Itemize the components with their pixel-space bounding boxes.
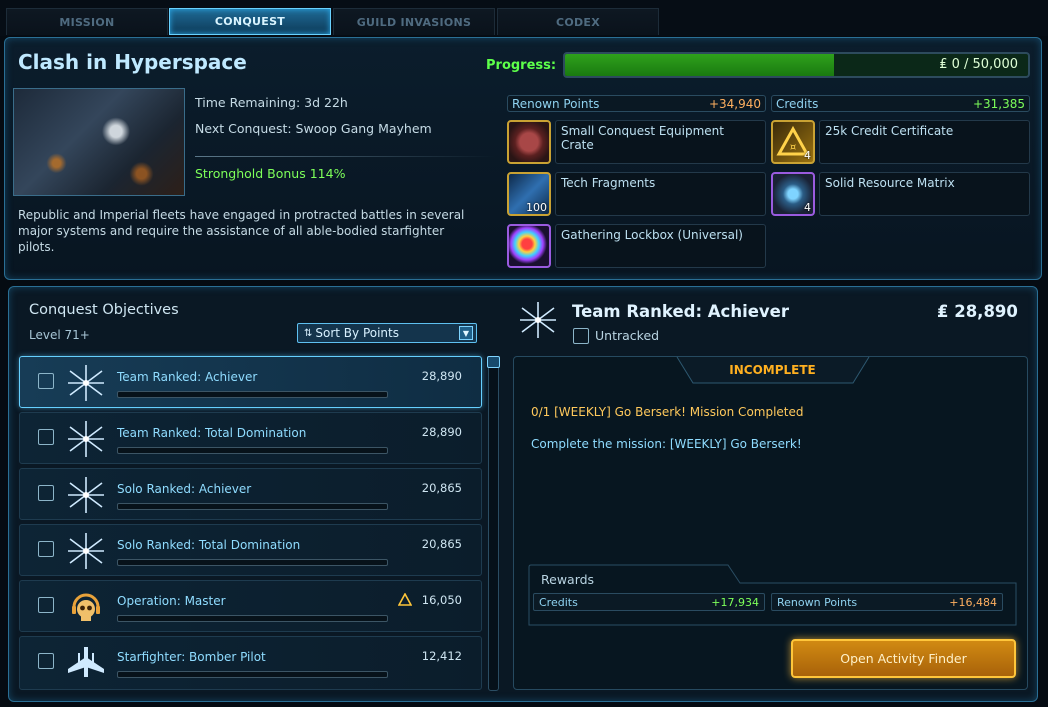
credits-value: +31,385 <box>972 96 1025 111</box>
stronghold-bonus: Stronghold Bonus 114% <box>195 166 346 181</box>
tab-guild-invasions[interactable]: GUILD INVASIONS <box>333 8 495 35</box>
objective-progress-bar <box>117 671 388 678</box>
objective-checkbox[interactable] <box>38 597 54 613</box>
renown-points-value: +34,940 <box>708 96 761 111</box>
reward-qty: 100 <box>526 201 547 214</box>
objective-row[interactable]: Solo Ranked: Achiever 20,865 <box>19 468 482 520</box>
objective-points: 20,865 <box>421 481 462 495</box>
starburst-icon <box>68 365 104 401</box>
progress-label: Progress: <box>486 58 557 73</box>
sort-icon: ⇅ <box>304 327 313 339</box>
tech-fragments-icon[interactable]: 100 <box>507 172 551 216</box>
reward-credits-label: Credits <box>539 595 578 609</box>
objective-name: Team Ranked: Achiever <box>117 370 258 384</box>
objective-name: Solo Ranked: Achiever <box>117 482 252 496</box>
svg-text:¤: ¤ <box>790 142 796 153</box>
objective-checkbox[interactable] <box>38 541 54 557</box>
reward-name: Gathering Lockbox (Universal) <box>555 224 766 268</box>
objective-points: 20,865 <box>421 537 462 551</box>
objective-name: Team Ranked: Total Domination <box>117 426 307 440</box>
reward-name: Small Conquest Equipment Crate <box>555 120 766 164</box>
starburst-icon <box>68 533 104 569</box>
objectives-scrollbar[interactable] <box>488 357 499 691</box>
objective-row[interactable]: Operation: Master 16,050 <box>19 580 482 632</box>
skull-icon <box>72 593 100 621</box>
sort-label: Sort By Points <box>315 326 399 340</box>
reward-name: 25k Credit Certificate <box>819 120 1030 164</box>
difficulty-icon <box>398 593 412 606</box>
tab-mission[interactable]: MISSION <box>6 8 168 35</box>
starburst-icon <box>520 302 556 338</box>
objective-requirement: 0/1 [WEEKLY] Go Berserk! Mission Complet… <box>531 405 804 419</box>
objective-row[interactable]: Team Ranked: Achiever 28,890 <box>19 356 482 408</box>
objective-checkbox[interactable] <box>38 373 54 389</box>
objective-points: 12,412 <box>421 649 462 663</box>
objective-progress-bar <box>117 559 388 566</box>
objective-points: 28,890 <box>421 425 462 439</box>
divider <box>195 156 495 157</box>
renown-points-stat: Renown Points +34,940 <box>507 95 766 112</box>
objectives-title: Conquest Objectives <box>29 302 179 318</box>
tab-codex[interactable]: CODEX <box>497 8 659 35</box>
untracked-label: Untracked <box>595 328 660 343</box>
status-badge: INCOMPLETE <box>729 363 816 377</box>
conquest-title: Clash in Hyperspace <box>18 50 247 74</box>
sort-dropdown[interactable]: ⇅ Sort By Points ▼ <box>297 323 477 343</box>
reward-qty: 4 <box>804 149 811 162</box>
objective-progress-bar <box>117 447 388 454</box>
progress-bar: ₤ 0 / 50,000 <box>563 52 1030 78</box>
credits-label: Credits <box>776 96 819 111</box>
reward-renown-value: +16,484 <box>949 595 997 609</box>
reward-name: Solid Resource Matrix <box>819 172 1030 216</box>
objective-name: Solo Ranked: Total Domination <box>117 538 301 552</box>
conquest-image <box>13 88 185 196</box>
scrollbar-thumb[interactable] <box>487 356 500 368</box>
objective-points: 16,050 <box>421 593 462 607</box>
detail-points: ₤ 28,890 <box>937 302 1018 321</box>
objectives-level: Level 71+ <box>29 328 90 342</box>
resource-matrix-icon[interactable]: 4 <box>771 172 815 216</box>
reward-renown-label: Renown Points <box>777 595 858 609</box>
objective-progress-bar <box>117 503 388 510</box>
chevron-down-icon[interactable]: ▼ <box>459 326 473 340</box>
objective-name: Operation: Master <box>117 594 226 608</box>
tab-bar: MISSION CONQUEST GUILD INVASIONS CODEX <box>0 0 1048 36</box>
reward-name: Tech Fragments <box>555 172 766 216</box>
objective-checkbox[interactable] <box>38 653 54 669</box>
objective-checkbox[interactable] <box>38 429 54 445</box>
time-remaining: Time Remaining: 3d 22h <box>195 95 348 110</box>
rewards-label: Rewards <box>541 572 595 587</box>
objective-row[interactable]: Starfighter: Bomber Pilot 12,412 <box>19 636 482 690</box>
renown-points-label: Renown Points <box>512 96 600 111</box>
progress-text: ₤ 0 / 50,000 <box>939 57 1018 72</box>
reward-credits: Credits +17,934 <box>533 593 765 611</box>
starburst-icon <box>68 477 104 513</box>
credit-certificate-icon[interactable]: ¤ 4 <box>771 120 815 164</box>
objective-progress-bar <box>117 391 388 398</box>
next-conquest: Next Conquest: Swoop Gang Mayhem <box>195 121 432 136</box>
objective-instruction: Complete the mission: [WEEKLY] Go Berser… <box>531 437 802 451</box>
conquest-description: Republic and Imperial fleets have engage… <box>18 208 465 254</box>
tab-conquest[interactable]: CONQUEST <box>169 8 331 35</box>
crate-icon[interactable] <box>507 120 551 164</box>
objective-row[interactable]: Team Ranked: Total Domination 28,890 <box>19 412 482 464</box>
credits-stat: Credits +31,385 <box>771 95 1030 112</box>
untracked-checkbox[interactable] <box>573 328 589 344</box>
reward-qty: 4 <box>804 201 811 214</box>
open-activity-finder-button[interactable]: Open Activity Finder <box>791 639 1016 678</box>
progress-fill <box>565 54 834 76</box>
starfighter-icon <box>68 647 104 677</box>
reward-renown: Renown Points +16,484 <box>771 593 1003 611</box>
lockbox-icon[interactable] <box>507 224 551 268</box>
detail-title: Team Ranked: Achiever <box>572 302 790 321</box>
objective-progress-bar <box>117 615 388 622</box>
starburst-icon <box>68 421 104 457</box>
objective-name: Starfighter: Bomber Pilot <box>117 650 266 664</box>
objective-checkbox[interactable] <box>38 485 54 501</box>
objective-row[interactable]: Solo Ranked: Total Domination 20,865 <box>19 524 482 576</box>
reward-credits-value: +17,934 <box>711 595 759 609</box>
objective-points: 28,890 <box>421 369 462 383</box>
